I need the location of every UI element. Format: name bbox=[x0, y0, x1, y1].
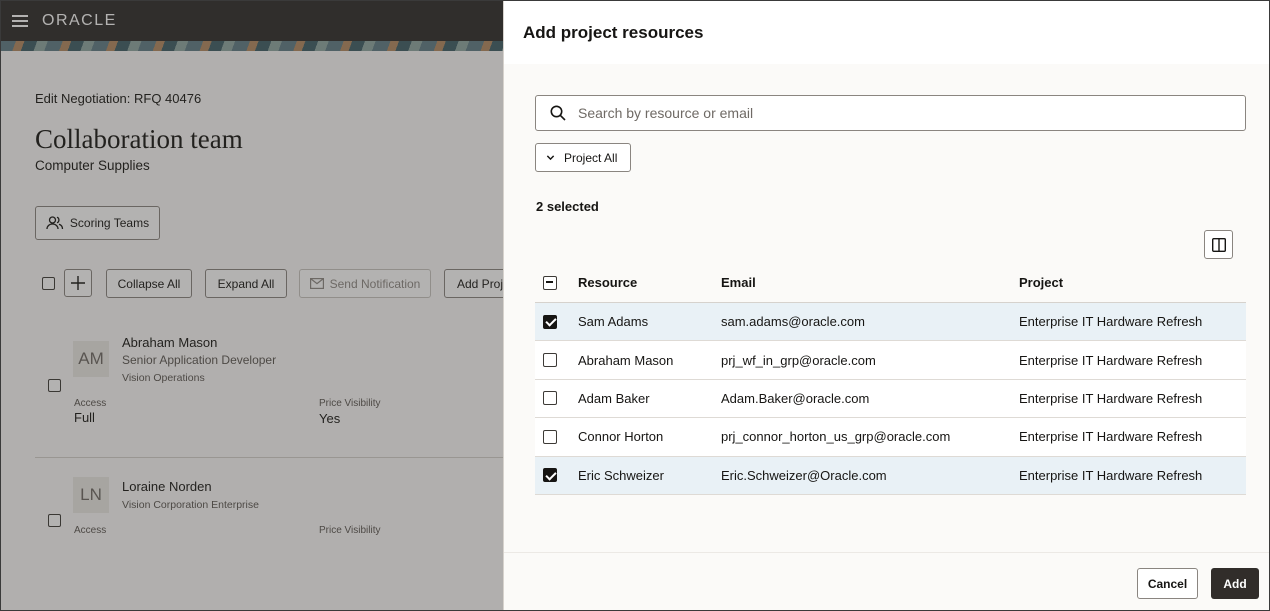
row-checkbox[interactable] bbox=[543, 353, 557, 368]
resource-column-header[interactable]: Resource bbox=[578, 263, 637, 302]
project-cell: Enterprise IT Hardware Refresh bbox=[1019, 314, 1203, 330]
column-layout-button[interactable] bbox=[1204, 230, 1233, 259]
table-header: Resource Email Project bbox=[535, 263, 1246, 303]
resource-cell: Eric Schweizer bbox=[578, 467, 664, 483]
row-checkbox[interactable] bbox=[543, 314, 557, 329]
row-checkbox[interactable] bbox=[543, 391, 557, 406]
email-cell: Eric.Schweizer@Oracle.com bbox=[721, 467, 887, 483]
project-filter-label: Project All bbox=[564, 150, 618, 165]
cancel-button[interactable]: Cancel bbox=[1137, 568, 1198, 599]
add-project-resources-drawer: Add project resources Project All 2 sele… bbox=[503, 1, 1269, 610]
search-field[interactable] bbox=[535, 95, 1246, 131]
table-row[interactable]: Eric Schweizer Eric.Schweizer@Oracle.com… bbox=[535, 456, 1246, 495]
selected-count: 2 selected bbox=[536, 199, 599, 214]
email-cell: prj_wf_in_grp@oracle.com bbox=[721, 352, 876, 368]
table-row[interactable]: Adam Baker Adam.Baker@oracle.com Enterpr… bbox=[535, 379, 1246, 419]
project-cell: Enterprise IT Hardware Refresh bbox=[1019, 467, 1203, 483]
resources-table: Resource Email Project Sam Adams sam.ada… bbox=[535, 263, 1246, 495]
row-checkbox[interactable] bbox=[543, 468, 557, 483]
add-button[interactable]: Add bbox=[1211, 568, 1259, 599]
columns-icon bbox=[1211, 237, 1226, 252]
row-checkbox[interactable] bbox=[543, 429, 557, 444]
drawer-title: Add project resources bbox=[523, 23, 704, 42]
chevron-down-icon bbox=[546, 155, 555, 161]
project-column-header[interactable]: Project bbox=[1019, 263, 1063, 302]
email-cell: prj_connor_horton_us_grp@oracle.com bbox=[721, 429, 951, 445]
search-input[interactable] bbox=[578, 96, 1238, 130]
search-icon bbox=[550, 105, 566, 121]
project-cell: Enterprise IT Hardware Refresh bbox=[1019, 352, 1203, 368]
table-row[interactable]: Sam Adams sam.adams@oracle.com Enterpris… bbox=[535, 303, 1246, 342]
app-window: ORACLE Edit Negotiation: RFQ 40476 Colla… bbox=[0, 0, 1270, 611]
email-cell: sam.adams@oracle.com bbox=[721, 314, 865, 330]
resource-cell: Abraham Mason bbox=[578, 352, 674, 368]
resource-cell: Adam Baker bbox=[578, 390, 650, 406]
project-cell: Enterprise IT Hardware Refresh bbox=[1019, 390, 1203, 406]
email-column-header[interactable]: Email bbox=[721, 263, 756, 302]
resource-cell: Sam Adams bbox=[578, 314, 649, 330]
select-all-checkbox[interactable] bbox=[543, 275, 557, 290]
drawer-header: Add project resources bbox=[504, 1, 1269, 64]
project-cell: Enterprise IT Hardware Refresh bbox=[1019, 429, 1203, 445]
table-row[interactable]: Connor Horton prj_connor_horton_us_grp@o… bbox=[535, 418, 1246, 457]
project-filter-button[interactable]: Project All bbox=[535, 143, 631, 172]
footer-divider bbox=[504, 552, 1269, 553]
resource-cell: Connor Horton bbox=[578, 429, 664, 445]
email-cell: Adam.Baker@oracle.com bbox=[721, 390, 870, 406]
table-row[interactable]: Abraham Mason prj_wf_in_grp@oracle.com E… bbox=[535, 341, 1246, 380]
